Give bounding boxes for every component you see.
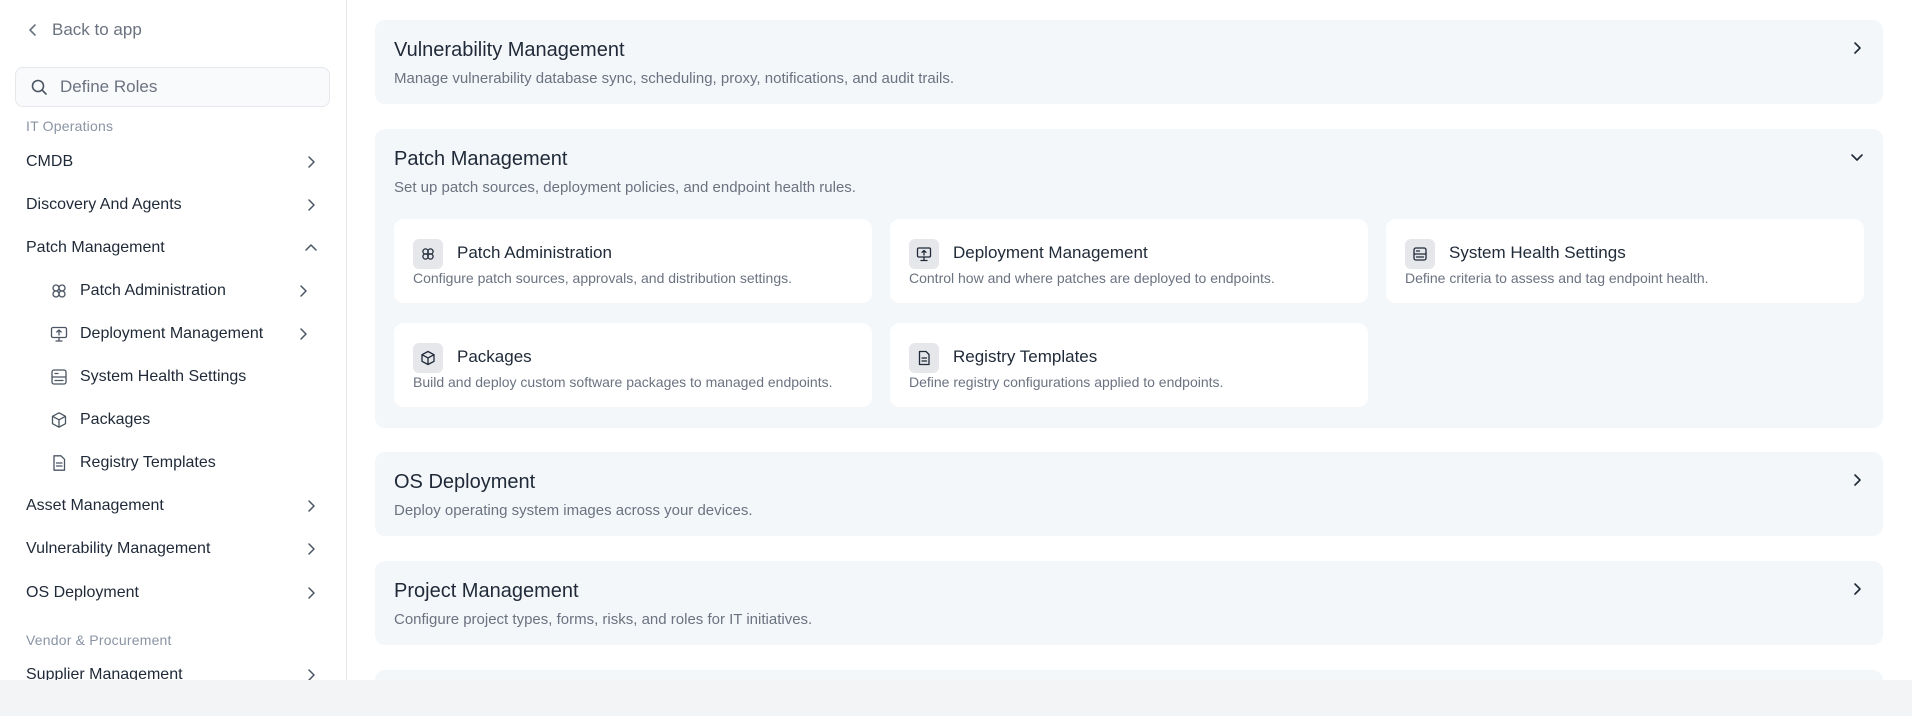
sidebar-subitem-deployment-management[interactable]: Deployment Management [50,322,310,346]
sidebar-item-patch-management[interactable]: Patch Management [26,236,322,260]
sidebar-item-supplier-management[interactable]: Supplier Management [26,663,322,680]
sidebar-subitem-registry-templates[interactable]: Registry Templates [50,451,310,475]
search-icon [31,79,47,95]
sidebar-item-vulnerability-management[interactable]: Vulnerability Management [26,537,322,561]
chevron-right-icon [308,500,315,512]
sidebar-subitem-label: Patch Administration [80,282,226,299]
sidebar-item-label: Discovery And Agents [26,196,182,213]
card-icon-box [413,239,443,269]
sidebar-subitem-label: System Health Settings [80,368,247,385]
chevron-right-icon [300,285,307,297]
sidebar-subitem-patch-administration[interactable]: Patch Administration [50,279,310,303]
sidebar: Back to app IT Operations CMDB Discovery… [0,0,347,680]
chevron-right-icon [300,328,307,340]
section-title: Vulnerability Management [394,39,625,61]
health-panel-icon [51,369,67,385]
card-title: Registry Templates [953,347,1098,366]
card-icon-box [909,343,939,373]
section-patch-management[interactable]: Patch Management Set up patch sources, d… [375,129,1883,428]
document-icon [918,350,930,366]
section-description: Set up patch sources, deployment policie… [394,179,856,196]
section-os-deployment[interactable]: OS Deployment Deploy operating system im… [375,452,1883,536]
sidebar-item-label: Supplier Management [26,666,183,680]
card-icon-box [1405,239,1435,269]
card-title: Deployment Management [953,243,1148,262]
group-label-it-operations: IT Operations [26,118,114,134]
card-title: System Health Settings [1449,243,1626,262]
chevron-left-icon [29,24,36,36]
card-patch-administration[interactable]: Patch Administration Configure patch sou… [394,219,872,303]
search-box[interactable] [15,67,330,107]
document-icon [53,455,66,471]
health-panel-icon [1413,247,1427,261]
sidebar-item-asset-management[interactable]: Asset Management [26,494,322,518]
sidebar-item-os-deployment[interactable]: OS Deployment [26,581,322,605]
card-description: Define criteria to assess and tag endpoi… [1405,270,1709,286]
app-window: Back to app IT Operations CMDB Discovery… [0,0,1912,680]
card-description: Configure patch sources, approvals, and … [413,270,792,286]
sidebar-item-cmdb[interactable]: CMDB [26,150,322,174]
section-title: Project Management [394,580,579,602]
sidebar-item-label: Vulnerability Management [26,540,211,557]
card-title: Patch Administration [457,243,612,262]
section-next-partial [375,670,1883,680]
sidebar-item-label: CMDB [26,153,74,170]
sidebar-item-label: OS Deployment [26,584,139,601]
patch-admin-icon [422,248,434,260]
main-content: Vulnerability Management Manage vulnerab… [347,0,1912,680]
sidebar-subitem-label: Deployment Management [80,325,264,342]
chevron-right-icon [308,587,315,599]
search-input[interactable] [60,77,310,97]
card-title: Packages [457,347,532,366]
chevron-right-icon [1854,42,1861,54]
sidebar-item-discovery-and-agents[interactable]: Discovery And Agents [26,193,322,217]
section-description: Manage vulnerability database sync, sche… [394,70,955,87]
sidebar-subitem-system-health-settings[interactable]: System Health Settings [50,365,310,389]
chevron-right-icon [308,156,315,168]
card-description: Build and deploy custom software package… [413,374,833,390]
sidebar-item-label: Patch Management [26,239,165,256]
chevron-right-icon [308,199,315,211]
monitor-upload-icon [916,247,932,262]
card-system-health-settings[interactable]: System Health Settings Define criteria t… [1386,219,1864,303]
section-title: Patch Management [394,148,568,170]
section-title: OS Deployment [394,471,536,493]
chevron-right-icon [308,669,315,680]
sidebar-subitem-label: Registry Templates [80,454,216,471]
patch-admin-icon [52,284,66,298]
section-description: Configure project types, forms, risks, a… [394,611,813,628]
chevron-down-icon [1851,154,1863,161]
back-to-app-link[interactable]: Back to app [26,20,142,40]
card-deployment-management[interactable]: Deployment Management Control how and wh… [890,219,1368,303]
monitor-upload-icon [50,326,68,342]
section-project-management[interactable]: Project Management Configure project typ… [375,561,1883,645]
sidebar-item-label: Asset Management [26,497,164,514]
card-description: Define registry configurations applied t… [909,374,1224,390]
section-description: Deploy operating system images across yo… [394,502,753,519]
package-icon [51,412,67,428]
chevron-right-icon [308,543,315,555]
card-icon-box [909,239,939,269]
card-description: Control how and where patches are deploy… [909,270,1275,286]
chevron-right-icon [1854,474,1861,486]
back-to-app-label: Back to app [52,20,142,39]
card-registry-templates[interactable]: Registry Templates Define registry confi… [890,323,1368,407]
sidebar-subitem-packages[interactable]: Packages [50,408,310,432]
card-icon-box [413,343,443,373]
group-label-vendor-procurement: Vendor & Procurement [26,632,172,648]
sidebar-subitem-label: Packages [80,411,151,428]
chevron-up-icon [305,244,317,251]
section-vulnerability-management[interactable]: Vulnerability Management Manage vulnerab… [375,20,1883,104]
package-icon [421,350,435,366]
chevron-right-icon [1854,583,1861,595]
card-packages[interactable]: Packages Build and deploy custom softwar… [394,323,872,407]
